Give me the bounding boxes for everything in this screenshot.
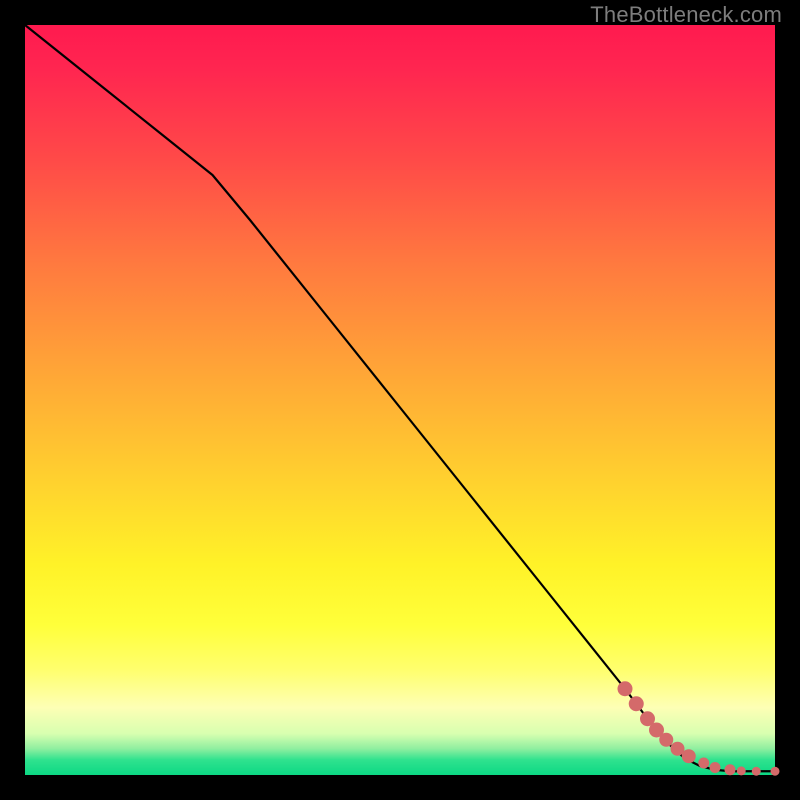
curve-line	[25, 25, 775, 771]
marker-dot	[752, 767, 761, 776]
marker-dot	[682, 749, 696, 763]
marker-dot	[710, 762, 721, 773]
marker-dot	[737, 766, 746, 775]
marker-dot	[698, 758, 709, 769]
marker-dot	[771, 767, 780, 776]
marker-dot	[618, 681, 633, 696]
marker-dot	[659, 733, 673, 747]
watermark-text: TheBottleneck.com	[590, 2, 782, 28]
marker-dots	[618, 681, 780, 776]
chart-overlay	[25, 25, 775, 775]
marker-dot	[725, 764, 736, 775]
marker-dot	[629, 696, 644, 711]
chart-frame: TheBottleneck.com	[0, 0, 800, 800]
